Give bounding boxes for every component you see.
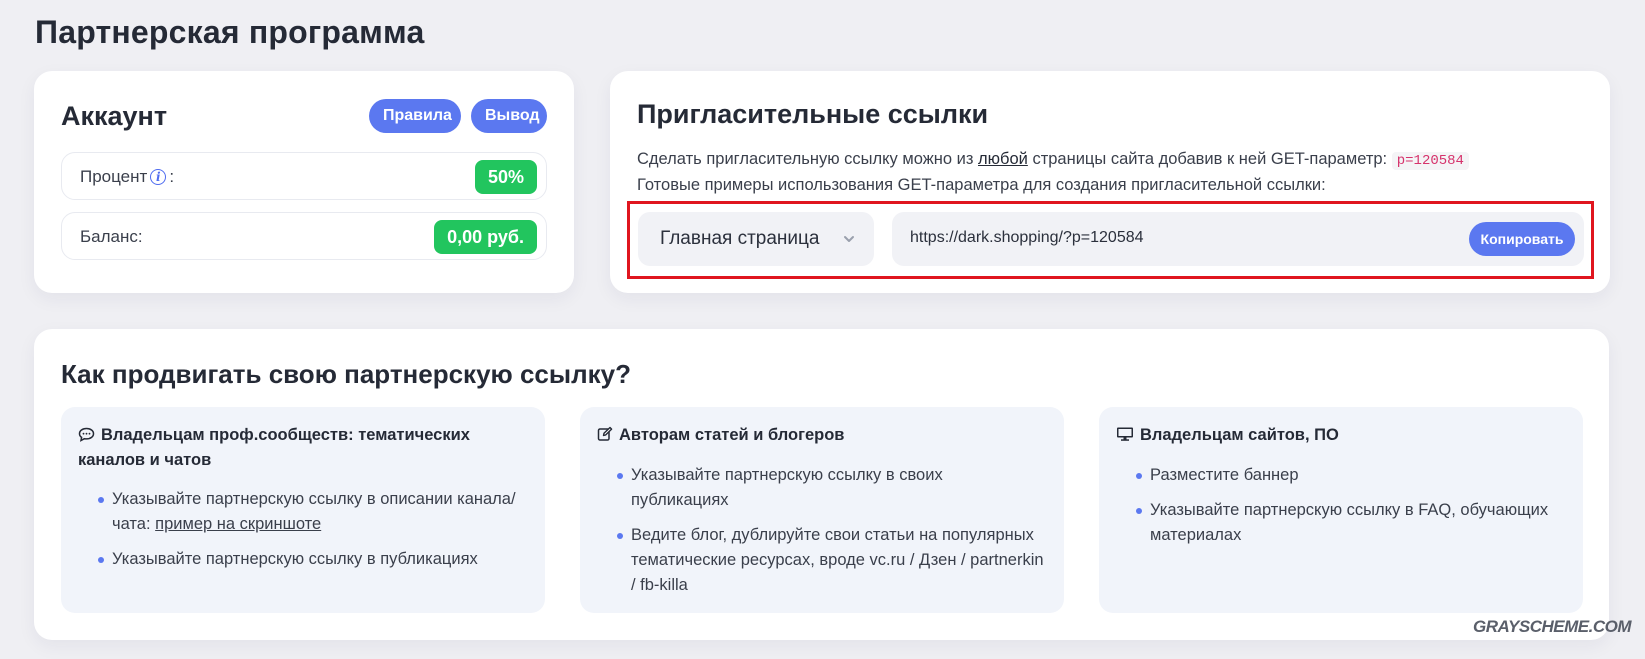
account-title: Аккаунт: [61, 101, 168, 131]
withdraw-button[interactable]: Вывод: [471, 99, 547, 133]
list-item: Разместите баннер: [1136, 463, 1563, 488]
invite-url-text[interactable]: https://dark.shopping/?p=120584: [910, 229, 1144, 247]
list-item: Указывайте партнерскую ссылку в описании…: [98, 487, 525, 537]
list-item-text: Разместите баннер: [1150, 466, 1299, 484]
page-select[interactable]: Главная страница: [638, 212, 874, 266]
invite-links-card: Пригласительные ссылки Сделать пригласит…: [610, 71, 1610, 293]
invite-links-title: Пригласительные ссылки: [637, 99, 989, 129]
column-list: Указывайте партнерскую ссылку в описании…: [98, 487, 525, 582]
column-list: Указывайте партнерскую ссылку в своих пу…: [617, 463, 1044, 608]
list-item: Указывайте партнерскую ссылку в публикац…: [98, 547, 525, 572]
list-item: Указывайте партнерскую ссылку в своих пу…: [617, 463, 1044, 513]
list-item-text: Указывайте партнерскую ссылку в своих пу…: [631, 466, 943, 509]
rules-button[interactable]: Правила: [369, 99, 461, 133]
invite-examples-note: Готовые примеры использования GET-параме…: [637, 176, 1326, 194]
chevron-down-icon: [844, 236, 854, 242]
percent-label: Процент: [80, 167, 148, 186]
list-item-text: Указывайте партнерскую ссылку в FAQ, обу…: [1150, 501, 1549, 544]
copy-button[interactable]: Копировать: [1469, 222, 1575, 256]
edit-icon: [597, 426, 613, 441]
list-item: Указывайте партнерскую ссылку в FAQ, обу…: [1136, 498, 1563, 548]
page-select-value: Главная страница: [660, 228, 820, 249]
screenshot-example-link[interactable]: пример на скриншоте: [155, 515, 321, 533]
list-item-text: Указывайте партнерскую ссылку в публикац…: [112, 550, 478, 568]
balance-row: Баланс: 0,00 руб.: [61, 212, 547, 260]
list-item-text: Ведите блог, дублируйте свои статьи на п…: [631, 526, 1044, 594]
percent-badge: 50%: [474, 160, 537, 194]
monitor-icon: [1117, 427, 1133, 441]
percent-label-suffix: :: [169, 167, 175, 186]
column-heading-text: Владельцам сайтов, ПО: [1140, 426, 1339, 444]
list-item: Ведите блог, дублируйте свои статьи на п…: [617, 523, 1044, 598]
column-heading: Владельцам сайтов, ПО: [1116, 423, 1559, 448]
column-heading-text: Авторам статей и блогеров: [619, 426, 845, 444]
invite-url-field[interactable]: https://dark.shopping/?p=120584 Копирова…: [892, 212, 1584, 266]
promo-column-site-owners: Владельцам сайтов, ПО Разместите баннер …: [1099, 407, 1583, 613]
desc-before: Сделать пригласительную ссылку можно из: [637, 150, 978, 168]
watermark: GRAYSCHEME.COM: [1473, 617, 1631, 636]
info-icon[interactable]: i: [150, 169, 167, 185]
promo-title: Как продвигать свою партнерскую ссылку?: [61, 359, 631, 389]
percent-label-wrap: Процент i :: [80, 167, 174, 187]
balance-label: Баланс:: [80, 227, 143, 246]
promo-column-authors: Авторам статей и блогеров Указывайте пар…: [580, 407, 1064, 613]
column-heading-text: Владельцам проф.сообществ: тематических …: [78, 426, 470, 469]
any-page-link[interactable]: любой: [978, 150, 1028, 168]
account-card: Аккаунт Правила Вывод Процент i : 50% Ба…: [34, 71, 574, 293]
percent-row: Процент i : 50%: [61, 152, 547, 200]
page-title: Партнерская программа: [35, 14, 425, 50]
column-heading: Владельцам проф.сообществ: тематических …: [78, 423, 521, 473]
promo-card: Как продвигать свою партнерскую ссылку? …: [34, 329, 1609, 640]
column-list: Разместите баннер Указывайте партнерскую…: [1136, 463, 1563, 558]
desc-after: страницы сайта добавив к ней GET-парамет…: [1027, 150, 1392, 168]
chat-bubble-icon: [78, 427, 95, 442]
get-param-code: p=120584: [1391, 152, 1469, 170]
balance-badge: 0,00 руб.: [434, 220, 537, 254]
invite-description: Сделать пригласительную ссылку можно из …: [637, 150, 1469, 170]
promo-column-communities: Владельцам проф.сообществ: тематических …: [61, 407, 545, 613]
column-heading: Авторам статей и блогеров: [597, 423, 1040, 448]
